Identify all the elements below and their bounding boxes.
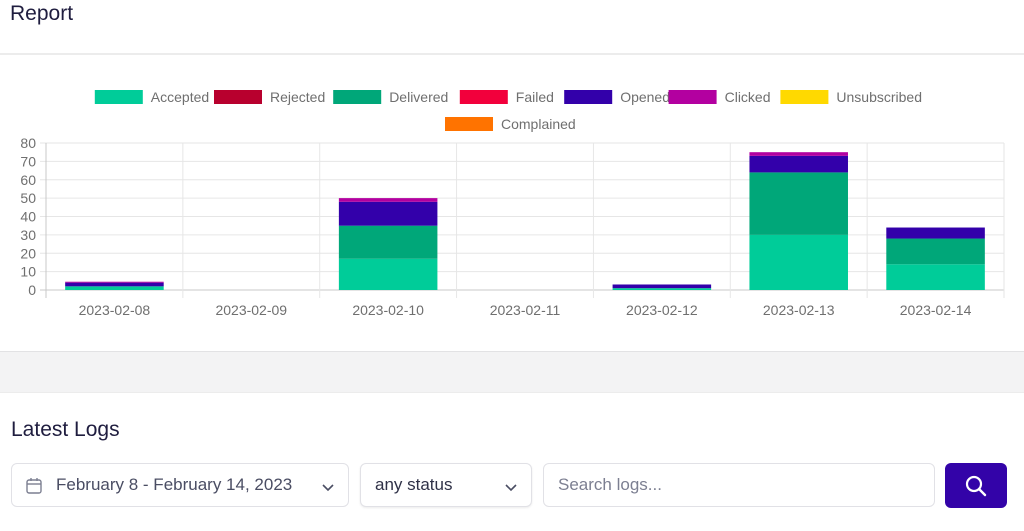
chart-bars bbox=[65, 152, 985, 290]
bar-segment-accepted bbox=[886, 264, 985, 290]
bar-segment-accepted bbox=[612, 288, 712, 290]
y-tick-label: 10 bbox=[20, 264, 36, 280]
y-tick-label: 20 bbox=[20, 245, 36, 261]
bar-segment-opened bbox=[612, 284, 712, 289]
y-tick-label: 40 bbox=[20, 209, 36, 225]
legend-swatch-complained bbox=[445, 117, 493, 131]
bar-segment-opened bbox=[338, 201, 438, 226]
search-button[interactable] bbox=[945, 463, 1007, 508]
bar-segment-accepted bbox=[749, 234, 848, 290]
calendar-icon bbox=[26, 477, 42, 494]
chart-grid: 0 10 20 30 40 50 60 70 80 bbox=[20, 135, 1005, 298]
legend-label-complained: Complained bbox=[501, 116, 576, 132]
legend-label-delivered: Delivered bbox=[389, 89, 448, 105]
legend-label-accepted: Accepted bbox=[151, 89, 209, 105]
bar-segment-opened bbox=[65, 282, 164, 287]
x-tick-label: 2023-02-13 bbox=[763, 302, 835, 318]
bar-segment-clicked bbox=[65, 281, 164, 283]
y-tick-label: 80 bbox=[20, 135, 36, 151]
legend-label-rejected: Rejected bbox=[270, 89, 325, 105]
legend-swatch-delivered bbox=[333, 90, 382, 104]
legend-label-clicked: Clicked bbox=[725, 89, 771, 105]
y-tick-label: 60 bbox=[20, 172, 36, 188]
legend-label-unsubscribed: Unsubscribed bbox=[836, 89, 922, 105]
bar-segment-accepted bbox=[65, 286, 164, 290]
x-tick-label: 2023-02-14 bbox=[900, 302, 972, 318]
x-tick-label: 2023-02-12 bbox=[626, 302, 698, 318]
stacked-bar-chart: Accepted Rejected Delivered Failed Opened Cli… bbox=[20, 89, 1005, 318]
bar-segment-opened bbox=[886, 227, 985, 239]
search-logs-input[interactable]: Search logs... bbox=[543, 463, 935, 507]
x-tick-label: 2023-02-10 bbox=[352, 302, 424, 318]
bar-segment-delivered bbox=[338, 225, 438, 259]
chart-legend: Accepted Rejected Delivered Failed Opened Cli… bbox=[94, 89, 922, 132]
legend-swatch-opened bbox=[564, 90, 613, 104]
y-tick-label: 50 bbox=[20, 190, 36, 206]
chevron-down-icon bbox=[322, 479, 334, 497]
date-range-picker[interactable]: February 8 - February 14, 2023 bbox=[11, 463, 349, 507]
latest-logs-title: Latest Logs bbox=[11, 418, 120, 441]
y-tick-label: 0 bbox=[28, 282, 36, 298]
y-tick-label: 70 bbox=[20, 153, 36, 169]
status-select-value: any status bbox=[375, 475, 453, 494]
legend-swatch-accepted bbox=[94, 90, 143, 104]
report-title: Report bbox=[10, 2, 74, 25]
status-select[interactable]: any status bbox=[360, 463, 532, 507]
bar-segment-clicked bbox=[749, 152, 848, 156]
bar-segment-clicked bbox=[338, 198, 438, 202]
chart-axes: 2023-02-08 2023-02-09 2023-02-10 2023-02-11… bbox=[79, 302, 972, 318]
x-tick-label: 2023-02-09 bbox=[215, 302, 287, 318]
section-separator bbox=[0, 351, 1024, 393]
legend-swatch-unsubscribed bbox=[780, 90, 829, 104]
legend-label-opened: Opened bbox=[620, 89, 670, 105]
report-chart: Accepted Rejected Delivered Failed Opened Cli… bbox=[0, 55, 1024, 351]
legend-label-failed: Failed bbox=[516, 89, 554, 105]
x-tick-label: 2023-02-11 bbox=[490, 302, 561, 318]
y-tick-label: 30 bbox=[20, 227, 36, 243]
legend-swatch-rejected bbox=[214, 90, 262, 104]
search-placeholder: Search logs... bbox=[558, 475, 662, 494]
bar-segment-delivered bbox=[749, 172, 848, 235]
search-icon bbox=[965, 475, 987, 497]
date-range-value: February 8 - February 14, 2023 bbox=[56, 475, 293, 494]
x-tick-label: 2023-02-08 bbox=[79, 302, 151, 318]
chevron-down-icon bbox=[505, 479, 517, 497]
bar-segment-accepted bbox=[338, 258, 438, 290]
bar-segment-opened bbox=[749, 155, 848, 173]
bar-segment-delivered bbox=[886, 238, 985, 265]
legend-swatch-clicked bbox=[668, 90, 717, 104]
legend-swatch-failed bbox=[459, 90, 508, 104]
